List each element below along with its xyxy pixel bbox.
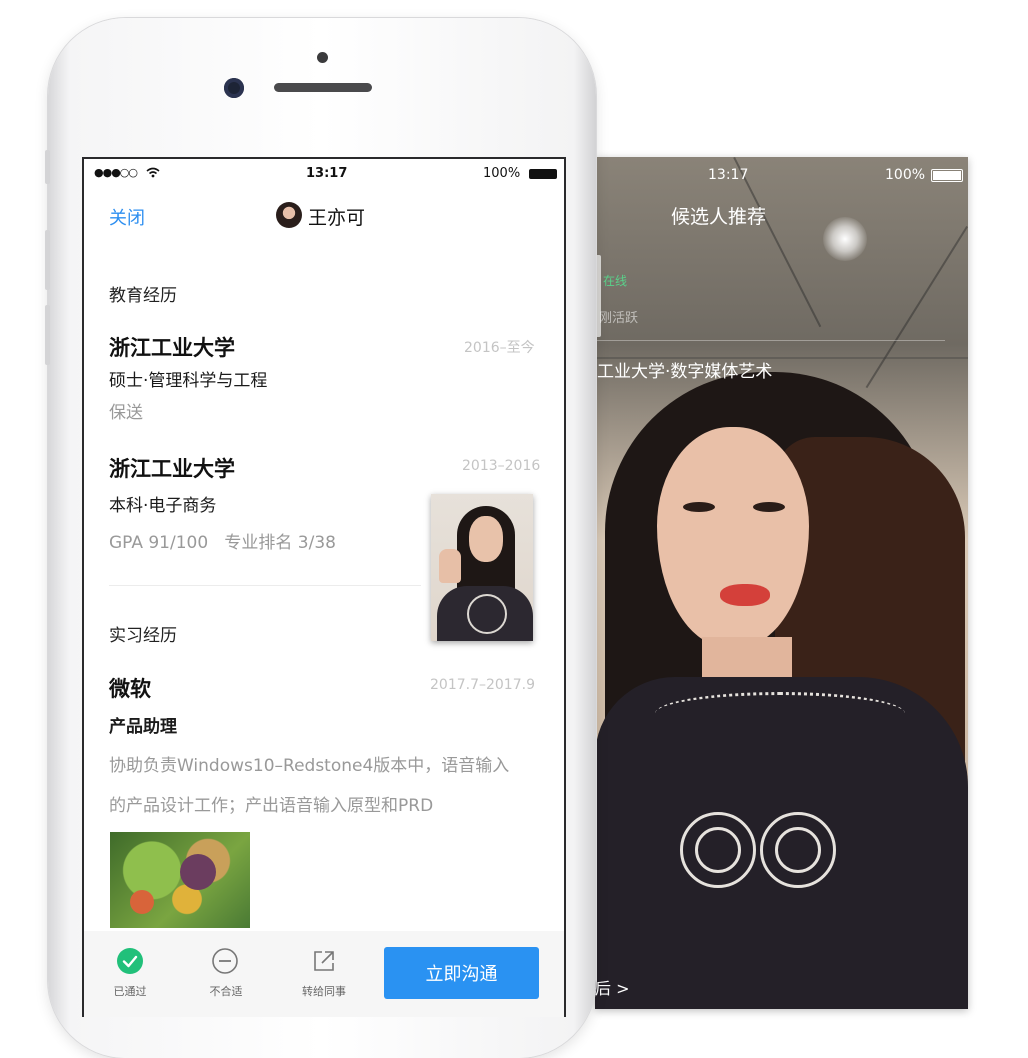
- shirt-pattern: [775, 827, 821, 873]
- eye: [683, 502, 715, 512]
- status-time: 13:17: [306, 166, 348, 181]
- forward-label: 转给同事: [302, 985, 346, 998]
- chat-now-button[interactable]: 立即沟通: [384, 947, 539, 999]
- online-tag: 在线: [603, 274, 628, 288]
- degree: 硕士·管理科学与工程: [109, 371, 268, 391]
- pip-face: [469, 516, 503, 562]
- volume-down-button: [45, 305, 50, 365]
- divider: [109, 585, 421, 586]
- degree: 本科·电子商务: [109, 496, 217, 516]
- battery-icon: [931, 169, 963, 182]
- wifi-icon: [146, 167, 160, 178]
- divider: [595, 340, 945, 341]
- back-more-arrow[interactable]: 后 >: [595, 975, 630, 999]
- education-date: 2013–2016: [462, 458, 541, 474]
- lips: [720, 584, 770, 606]
- shirt-pattern: [655, 692, 905, 735]
- internship-date: 2017.7–2017.9: [430, 677, 535, 693]
- reject-label: 不合适: [209, 985, 243, 998]
- back-page-title: 候选人推荐: [671, 206, 767, 228]
- school-name: 浙江工业大学: [109, 457, 235, 481]
- thumbnail-art: [180, 854, 216, 890]
- pip-video[interactable]: [431, 494, 533, 641]
- minus-circle-icon: [212, 948, 238, 974]
- mute-switch: [45, 150, 50, 184]
- back-status-battery: 100%: [885, 167, 926, 183]
- description-line: 协助负责Windows10–Redstone4版本中，语音输入: [109, 756, 510, 776]
- thumbnail-art: [130, 890, 154, 914]
- education-note: GPA 91/100 专业排名 3/38: [109, 533, 336, 553]
- share-icon: [314, 951, 334, 971]
- internship-heading: 实习经历: [109, 626, 177, 646]
- school-name: 浙江工业大学: [109, 336, 235, 360]
- ceiling-line: [865, 225, 968, 389]
- project-thumbnail[interactable]: [110, 832, 250, 928]
- volume-up-button: [45, 230, 50, 290]
- pip-shirt-pattern: [467, 594, 507, 634]
- close-button[interactable]: 关闭: [109, 204, 145, 230]
- signal-icon: ●●●○○: [94, 166, 138, 179]
- avatar: [276, 202, 302, 228]
- education-date: 2016–至今: [464, 340, 535, 356]
- battery-icon: [529, 169, 557, 179]
- pip-hand: [439, 549, 461, 583]
- education-heading: 教育经历: [109, 286, 177, 306]
- description-line: 的产品设计工作；产出语音输入原型和PRD: [109, 796, 434, 816]
- education-note: 保送: [109, 403, 143, 423]
- candidate-name: 王亦可: [308, 207, 366, 229]
- company-name: 微软: [109, 677, 151, 701]
- front-camera: [224, 78, 244, 98]
- face: [657, 427, 809, 647]
- resume-screen: ●●●○○ 13:17 100% 关闭 王亦可 教育经历 浙江工业大学 2016…: [82, 157, 566, 1017]
- eye: [753, 502, 785, 512]
- status-battery: 100%: [483, 166, 521, 181]
- shirt-pattern: [695, 827, 741, 873]
- role-title: 产品助理: [109, 717, 177, 737]
- back-status-time: 13:17: [708, 167, 749, 183]
- passed-label: 已通过: [113, 985, 147, 998]
- ceiling-light: [823, 217, 867, 261]
- check-circle-icon: [117, 948, 143, 974]
- proximity-sensor: [317, 52, 328, 63]
- video-screen: 13:17 100% 候选人推荐 在线 刚活跃 工业大学·数字媒体艺术 后 >: [595, 157, 968, 1009]
- activity-text: 刚活跃: [599, 311, 639, 326]
- thumbnail-art: [110, 832, 250, 928]
- back-education-line: 工业大学·数字媒体艺术: [597, 362, 773, 382]
- earpiece: [274, 83, 372, 92]
- bottom-action-bar: 已通过 不合适 转给同事 立即沟通: [84, 931, 564, 1017]
